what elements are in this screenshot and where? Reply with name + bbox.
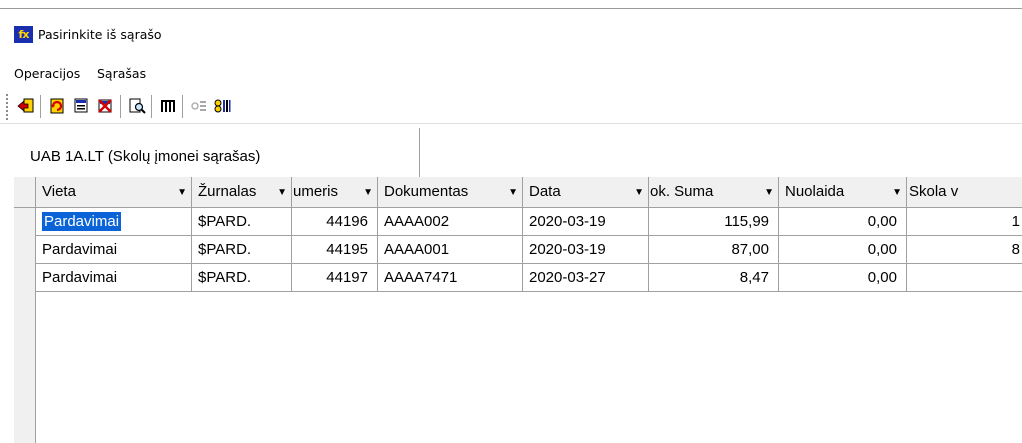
column-header-label: Dokumentas — [384, 183, 469, 200]
refresh-icon[interactable] — [47, 95, 67, 117]
cell-zurnalas[interactable]: $PARD. — [192, 236, 292, 264]
delete-icon[interactable] — [95, 95, 115, 117]
dropdown-arrow-icon[interactable]: ▼ — [363, 177, 373, 208]
cell-zurnalas[interactable]: $PARD. — [192, 208, 292, 236]
cell-nuolaida[interactable]: 0,00 — [779, 208, 907, 236]
column-header-label: Skola v — [909, 183, 959, 200]
cell-numeris[interactable]: 44197 — [292, 264, 378, 292]
cell-vieta[interactable]: Pardavimai — [36, 264, 192, 292]
edit-icon[interactable] — [71, 95, 91, 117]
column-header-label: Nuolaida — [785, 183, 845, 200]
dropdown-arrow-icon[interactable]: ▼ — [764, 177, 774, 208]
dropdown-arrow-icon[interactable]: ▼ — [508, 177, 518, 208]
cell-text: Pardavimai — [42, 212, 122, 231]
column-header-numeris[interactable]: umeris ▼ — [292, 177, 378, 208]
column-header-label: Data — [529, 183, 561, 200]
column-header-skola[interactable]: Skola v — [907, 177, 1022, 208]
toolbar-separator — [151, 95, 153, 118]
enter-icon[interactable] — [16, 95, 36, 117]
group-header-label: UAB 1A.LT (Skolų įmonei sąrašas) — [30, 148, 261, 165]
cell-skola[interactable]: 1 — [907, 208, 1022, 236]
cell-skola[interactable] — [907, 264, 1022, 292]
column-header-label: umeris — [293, 183, 339, 200]
cell-data[interactable]: 2020-03-19 — [523, 208, 649, 236]
title-bar: fx Pasirinkite iš sąrašo — [0, 8, 1022, 58]
column-header-zurnalas[interactable]: Žurnalas ▼ — [192, 177, 292, 208]
cell-numeris[interactable]: 44195 — [292, 236, 378, 264]
toolbar-separator — [120, 95, 122, 118]
search-icon[interactable] — [127, 95, 147, 117]
table-row[interactable]: Pardavimai $PARD. 44197 AAAA7471 2020-03… — [14, 264, 1022, 292]
dropdown-arrow-icon[interactable]: ▼ — [277, 177, 287, 208]
column-header-data[interactable]: Data ▼ — [523, 177, 649, 208]
cell-data[interactable]: 2020-03-27 — [523, 264, 649, 292]
column-header-label: ok. Suma — [650, 183, 714, 200]
header-corner — [14, 177, 36, 208]
columns-icon[interactable] — [158, 95, 178, 117]
column-header-vieta[interactable]: Vieta ▼ — [36, 177, 192, 208]
column-header-label: Vieta — [42, 183, 76, 200]
filter-icon — [189, 95, 209, 117]
toolbar-grip[interactable] — [6, 94, 8, 120]
row-indicator[interactable] — [14, 208, 36, 236]
menu-sarasas[interactable]: Sąrašas — [97, 66, 146, 82]
dropdown-arrow-icon[interactable]: ▼ — [892, 177, 902, 208]
cell-dokumentas[interactable]: AAAA7471 — [378, 264, 523, 292]
column-header-suma[interactable]: ok. Suma ▼ — [649, 177, 779, 208]
cell-suma[interactable]: 8,47 — [649, 264, 779, 292]
dropdown-arrow-icon[interactable]: ▼ — [634, 177, 644, 208]
row-indicator[interactable] — [14, 236, 36, 264]
cell-suma[interactable]: 87,00 — [649, 236, 779, 264]
cell-data[interactable]: 2020-03-19 — [523, 236, 649, 264]
cell-nuolaida[interactable]: 0,00 — [779, 264, 907, 292]
dropdown-arrow-icon[interactable]: ▼ — [177, 177, 187, 208]
column-header-dokumentas[interactable]: Dokumentas ▼ — [378, 177, 523, 208]
group-header: UAB 1A.LT (Skolų įmonei sąrašas) — [14, 128, 420, 177]
cell-skola[interactable]: 8 — [907, 236, 1022, 264]
table-row[interactable]: Pardavimai $PARD. 44196 AAAA002 2020-03-… — [14, 208, 1022, 236]
cell-suma[interactable]: 115,99 — [649, 208, 779, 236]
cell-numeris[interactable]: 44196 — [292, 208, 378, 236]
cell-nuolaida[interactable]: 0,00 — [779, 236, 907, 264]
cell-dokumentas[interactable]: AAAA001 — [378, 236, 523, 264]
grid-header-row: Vieta ▼ Žurnalas ▼ umeris ▼ Dokumentas ▼… — [14, 177, 1022, 208]
app-icon: fx — [14, 26, 33, 43]
cell-vieta[interactable]: Pardavimai — [36, 236, 192, 264]
menu-bar: Operacijos Sąrašas — [0, 58, 1022, 90]
cell-zurnalas[interactable]: $PARD. — [192, 264, 292, 292]
sort-icon[interactable] — [212, 95, 232, 117]
row-indicator[interactable] — [14, 264, 36, 292]
toolbar — [0, 90, 1022, 124]
column-header-nuolaida[interactable]: Nuolaida ▼ — [779, 177, 907, 208]
data-grid[interactable]: Vieta ▼ Žurnalas ▼ umeris ▼ Dokumentas ▼… — [0, 177, 1022, 443]
window-title: Pasirinkite iš sąrašo — [38, 27, 162, 42]
toolbar-separator — [182, 95, 184, 118]
table-row[interactable]: Pardavimai $PARD. 44195 AAAA001 2020-03-… — [14, 236, 1022, 264]
menu-operacijos[interactable]: Operacijos — [14, 66, 80, 82]
toolbar-separator — [40, 95, 42, 118]
column-header-label: Žurnalas — [198, 183, 257, 200]
cell-vieta[interactable]: Pardavimai — [36, 208, 192, 236]
cell-dokumentas[interactable]: AAAA002 — [378, 208, 523, 236]
